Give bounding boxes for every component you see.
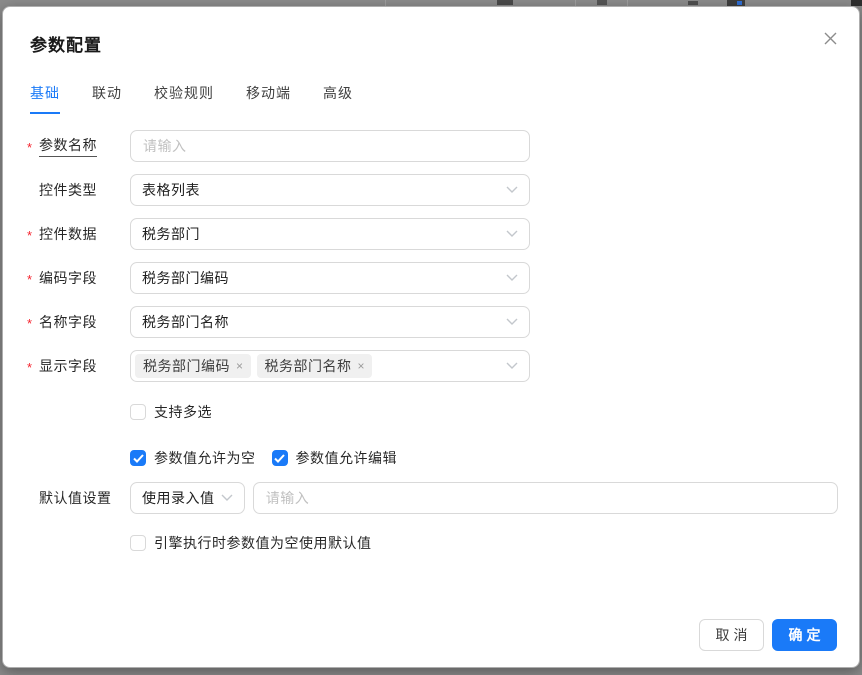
multi-select-checkbox[interactable]: 支持多选	[130, 402, 212, 422]
chevron-down-icon	[221, 494, 233, 502]
display-field-label: 显示字段	[39, 356, 97, 376]
control-data-select[interactable]: 税务部门	[130, 218, 530, 250]
display-field-multiselect[interactable]: 税务部门编码 × 税务部门名称 ×	[130, 350, 530, 382]
control-data-label: 控件数据	[39, 224, 97, 244]
chevron-down-icon	[506, 318, 518, 326]
row-value-options: 参数值允许为空 参数值允许编辑	[130, 447, 838, 469]
name-field-label: 名称字段	[39, 312, 97, 332]
tab-linkage[interactable]: 联动	[92, 83, 122, 114]
selected-tag: 税务部门名称 ×	[257, 354, 373, 378]
checkbox-icon	[130, 535, 146, 551]
tab-validation-rules[interactable]: 校验规则	[154, 83, 214, 114]
tag-remove-icon[interactable]: ×	[236, 360, 244, 372]
tab-basic[interactable]: 基础	[30, 83, 60, 114]
chevron-down-icon	[506, 362, 518, 370]
default-value-input[interactable]	[253, 482, 838, 514]
dialog-tabs: 基础 联动 校验规则 移动端 高级	[30, 83, 353, 114]
dialog-title: 参数配置	[30, 31, 102, 56]
cancel-button[interactable]: 取消	[699, 619, 764, 651]
checkbox-icon	[272, 450, 288, 466]
row-default-value: * 默认值设置 使用录入值	[27, 482, 838, 514]
confirm-button[interactable]: 确定	[772, 619, 837, 651]
default-value-label: 默认值设置	[39, 488, 112, 508]
tab-mobile[interactable]: 移动端	[246, 83, 291, 114]
default-value-mode-select[interactable]: 使用录入值	[130, 482, 245, 514]
chevron-down-icon	[506, 274, 518, 282]
basic-form: * 参数名称 * 控件类型 表格列表 * 控件数据	[27, 130, 838, 554]
name-field-select[interactable]: 税务部门名称	[130, 306, 530, 338]
control-type-select[interactable]: 表格列表	[130, 174, 530, 206]
chevron-down-icon	[506, 186, 518, 194]
checkbox-icon	[130, 404, 146, 420]
row-control-data: * 控件数据 税务部门	[27, 218, 838, 250]
chevron-down-icon	[506, 230, 518, 238]
tab-advanced[interactable]: 高级	[323, 83, 353, 114]
row-param-name: * 参数名称	[27, 130, 838, 162]
row-code-field: * 编码字段 税务部门编码	[27, 262, 838, 294]
checkbox-icon	[130, 450, 146, 466]
close-icon[interactable]	[821, 29, 839, 47]
row-control-type: * 控件类型 表格列表	[27, 174, 838, 206]
required-mark: *	[27, 140, 35, 155]
dialog-footer: 取消 确定	[699, 619, 837, 651]
parameter-config-dialog: 参数配置 基础 联动 校验规则 移动端 高级 * 参数名称 * 控件类型 表格列…	[2, 6, 860, 668]
selected-tag: 税务部门编码 ×	[135, 354, 251, 378]
param-name-label: 参数名称	[39, 135, 97, 157]
control-type-label: 控件类型	[39, 180, 97, 200]
row-multi-select: 支持多选	[130, 401, 838, 423]
code-field-label: 编码字段	[39, 268, 97, 288]
use-default-checkbox[interactable]: 引擎执行时参数值为空使用默认值	[130, 533, 372, 553]
row-name-field: * 名称字段 税务部门名称	[27, 306, 838, 338]
tag-remove-icon[interactable]: ×	[358, 360, 366, 372]
row-use-default: 引擎执行时参数值为空使用默认值	[130, 532, 838, 554]
allow-edit-checkbox[interactable]: 参数值允许编辑	[272, 448, 398, 468]
param-name-input[interactable]	[130, 130, 530, 162]
allow-empty-checkbox[interactable]: 参数值允许为空	[130, 448, 256, 468]
row-display-field: * 显示字段 税务部门编码 × 税务部门名称 ×	[27, 350, 838, 382]
code-field-select[interactable]: 税务部门编码	[130, 262, 530, 294]
